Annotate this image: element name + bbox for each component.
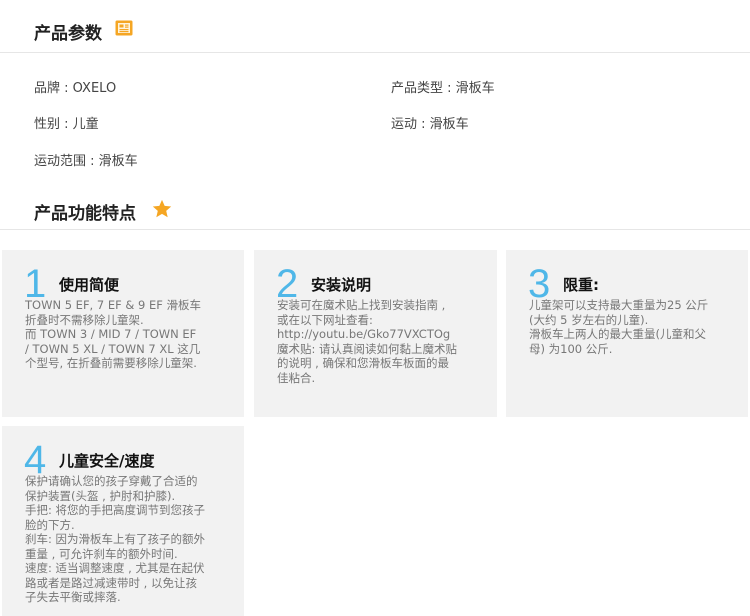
feature-card-line: 折叠时不需移除儿童架. (25, 312, 144, 327)
feature-card-body: 保护请确认您的孩子穿戴了合适的 保护装置(头盔 , 护肘和护膝). 手把: 将您… (25, 474, 205, 605)
feature-card-title: 儿童安全/速度 (59, 452, 155, 470)
feature-card-line: 保护请确认您的孩子穿戴了合适的 (25, 474, 198, 488)
feature-card-line: / TOWN 5 XL / TOWN 7 XL 这几 (25, 341, 201, 356)
feature-card-link: http://youtu.be/Gko77VXCTOg (277, 327, 451, 341)
feature-card-line: 路或者是路过减速带时 , 以免让孩 (25, 575, 197, 590)
feature-card-3: 3 限重: 儿童架可以支持最大重量为25 公斤 (大约 5 岁左右的儿童). 滑… (506, 250, 748, 417)
feature-card-line: 母) 为100 公斤. (529, 341, 613, 356)
feature-card-line: 滑板车上两人的最大重量(儿童和父 (529, 327, 706, 341)
feature-card-line: 魔术贴: 请认真阅读如何黏上魔术贴 (277, 341, 458, 356)
feature-card-line: (大约 5 岁左右的儿童). (529, 312, 649, 327)
feature-card-line: 速度: 适当调整速度 , 尤其是在起伏 (25, 561, 205, 575)
features-section-title: 产品功能特点 (34, 204, 136, 224)
param-sport-range: 运动范围 : 滑板车 (34, 154, 138, 169)
feature-card-body: TOWN 5 EF, 7 EF & 9 EF 滑板车 折叠时不需移除儿童架. 而… (25, 298, 201, 371)
feature-card-title: 安装说明 (311, 276, 372, 294)
feature-card-line: 脸的下方. (25, 517, 75, 532)
feature-card-line: 的说明 , 确保和您滑板车板面的最 (277, 356, 449, 370)
feature-card-line: 安装可在魔术贴上找到安装指南 , (277, 298, 446, 312)
param-product-type: 产品类型 : 滑板车 (391, 81, 495, 96)
feature-card-body: 儿童架可以支持最大重量为25 公斤 (大约 5 岁左右的儿童). 滑板车上两人的… (529, 298, 708, 356)
feature-card-line: 子失去平衡或摔落. (25, 590, 121, 604)
features-section-header: 产品功能特点 (0, 185, 750, 230)
feature-card-4: 4 儿童安全/速度 保护请确认您的孩子穿戴了合适的 保护装置(头盔 , 护肘和护… (2, 426, 244, 616)
params-section-title: 产品参数 (34, 24, 102, 44)
params-section-header: 产品参数 (0, 8, 750, 53)
feature-card-line: 刹车: 因为滑板车上有了孩子的额外 (25, 532, 206, 546)
feature-card-line: 佳粘合. (277, 370, 316, 385)
document-icon (115, 20, 133, 36)
param-gender: 性别 : 儿童 (34, 117, 99, 132)
feature-card-line: 重量 , 可允许刹车的额外时间. (25, 546, 178, 561)
feature-card-line: 儿童架可以支持最大重量为25 公斤 (529, 298, 709, 312)
feature-card-line: 保护装置(头盔 , 护肘和护膝). (25, 488, 176, 503)
feature-card-1: 1 使用简便 TOWN 5 EF, 7 EF & 9 EF 滑板车 折叠时不需移… (2, 250, 244, 417)
feature-card-title: 限重: (563, 276, 599, 294)
feature-card-line: 而 TOWN 3 / MID 7 / TOWN EF (25, 327, 197, 341)
feature-card-line: 手把: 将您的手把高度调节到您孩子 (25, 503, 206, 517)
feature-card-line: 或在以下网址查看: (277, 312, 373, 327)
feature-card-title: 使用简便 (59, 276, 120, 294)
feature-card-line: TOWN 5 EF, 7 EF & 9 EF 滑板车 (25, 298, 202, 312)
star-icon (152, 199, 172, 218)
feature-card-body: 安装可在魔术贴上找到安装指南 , 或在以下网址查看: http://youtu.… (277, 298, 457, 385)
feature-card-line: 个型号, 在折叠前需要移除儿童架. (25, 356, 197, 370)
param-sport: 运动 : 滑板车 (391, 117, 469, 132)
param-brand: 品牌 : OXELO (34, 81, 117, 96)
feature-card-2: 2 安装说明 安装可在魔术贴上找到安装指南 , 或在以下网址查看: http:/… (254, 250, 497, 417)
